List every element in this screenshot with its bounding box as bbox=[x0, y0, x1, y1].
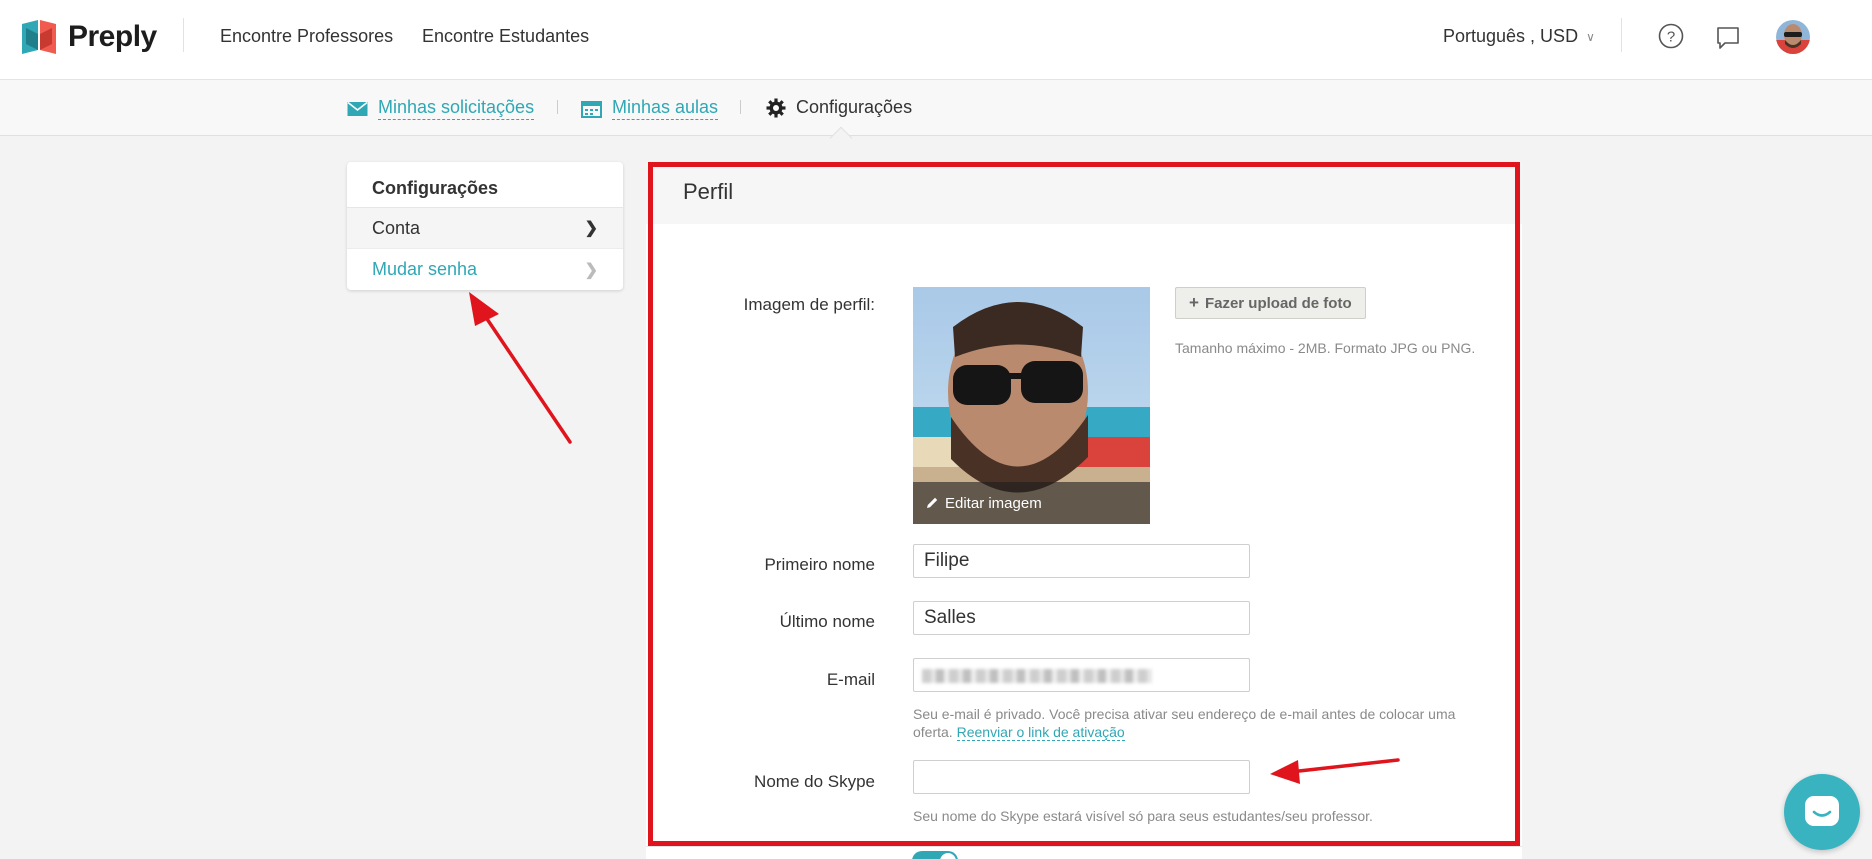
pencil-icon bbox=[927, 497, 938, 508]
top-bar: Preply Encontre Professores Encontre Est… bbox=[0, 0, 1872, 80]
chevron-right-icon: ❯ bbox=[584, 261, 598, 279]
first-name-label: Primeiro nome bbox=[764, 555, 875, 574]
last-name-input[interactable] bbox=[913, 601, 1250, 635]
first-name-input[interactable] bbox=[913, 544, 1250, 578]
upload-photo-button[interactable]: + Fazer upload de foto bbox=[1175, 287, 1366, 319]
support-chat-button[interactable] bbox=[1784, 774, 1860, 850]
tab-my-lessons[interactable]: Minhas aulas bbox=[581, 97, 719, 120]
next-section-card bbox=[646, 846, 1522, 859]
preply-logo-icon bbox=[22, 20, 56, 54]
messenger-icon bbox=[1805, 796, 1839, 826]
divider bbox=[183, 18, 184, 52]
edit-image-overlay[interactable]: Editar imagem bbox=[913, 482, 1150, 524]
divider bbox=[557, 100, 558, 114]
settings-sidebar: Configurações Conta ❯ Mudar senha ❯ bbox=[347, 162, 623, 290]
plus-icon: + bbox=[1189, 293, 1199, 312]
envelope-icon bbox=[347, 101, 368, 116]
chevron-down-icon: ∨ bbox=[1586, 29, 1595, 44]
tab-my-requests-label: Minhas solicitações bbox=[378, 97, 535, 120]
divider bbox=[1621, 18, 1622, 52]
annotation-arrow-up bbox=[469, 292, 572, 444]
profile-image-label: Imagem de perfil: bbox=[743, 295, 875, 314]
setting-toggle[interactable] bbox=[912, 851, 958, 859]
sidebar-item-label: Conta bbox=[372, 217, 421, 238]
help-icon[interactable]: ? bbox=[1657, 22, 1685, 55]
upload-photo-label: Fazer upload de foto bbox=[1204, 294, 1352, 312]
email-hint: Seu e-mail é privado. Você precisa ativa… bbox=[913, 705, 1493, 741]
svg-text:?: ? bbox=[1667, 29, 1675, 46]
skype-hint: Seu nome do Skype estará visível só para… bbox=[913, 808, 1373, 824]
edit-image-label: Editar imagem bbox=[945, 494, 1042, 512]
email-redacted bbox=[922, 669, 1152, 683]
profile-title: Perfil bbox=[646, 162, 1522, 224]
sidebar-title: Configurações bbox=[347, 162, 623, 208]
skype-label: Nome do Skype bbox=[754, 772, 875, 791]
upload-hint: Tamanho máximo - 2MB. Formato JPG ou PNG… bbox=[1175, 340, 1476, 356]
sidebar-item-account[interactable]: Conta ❯ bbox=[347, 208, 623, 249]
tab-settings-label: Configurações bbox=[796, 97, 913, 117]
language-currency-selector[interactable]: Português , USD ∨ bbox=[1443, 26, 1595, 47]
nav-find-teachers[interactable]: Encontre Professores bbox=[220, 26, 393, 47]
chevron-right-icon: ❯ bbox=[584, 220, 598, 237]
calendar-icon bbox=[581, 100, 602, 118]
divider bbox=[740, 100, 741, 114]
sidebar-item-change-password[interactable]: Mudar senha ❯ bbox=[347, 249, 623, 290]
sidebar-item-label: Mudar senha bbox=[372, 259, 478, 279]
last-name-label: Último nome bbox=[779, 612, 875, 631]
tab-my-requests[interactable]: Minhas solicitações bbox=[347, 97, 535, 120]
email-label: E-mail bbox=[826, 670, 875, 689]
chat-icon[interactable] bbox=[1715, 25, 1741, 56]
user-avatar[interactable] bbox=[1776, 20, 1810, 54]
language-currency-label: Português , USD bbox=[1443, 26, 1579, 46]
resend-activation-link[interactable]: Reenviar o link de ativação bbox=[956, 724, 1125, 741]
profile-photo[interactable]: Editar imagem bbox=[913, 287, 1150, 524]
nav-find-students[interactable]: Encontre Estudantes bbox=[422, 26, 589, 47]
account-sub-nav: Minhas solicitações Minhas aulas Configu… bbox=[0, 80, 1872, 136]
gear-icon bbox=[766, 98, 786, 117]
preply-logo[interactable]: Preply bbox=[22, 20, 157, 54]
tab-settings[interactable]: Configurações bbox=[766, 97, 912, 118]
skype-input[interactable] bbox=[913, 760, 1250, 794]
tab-my-lessons-label: Minhas aulas bbox=[612, 97, 719, 120]
brand-name: Preply bbox=[68, 20, 157, 53]
